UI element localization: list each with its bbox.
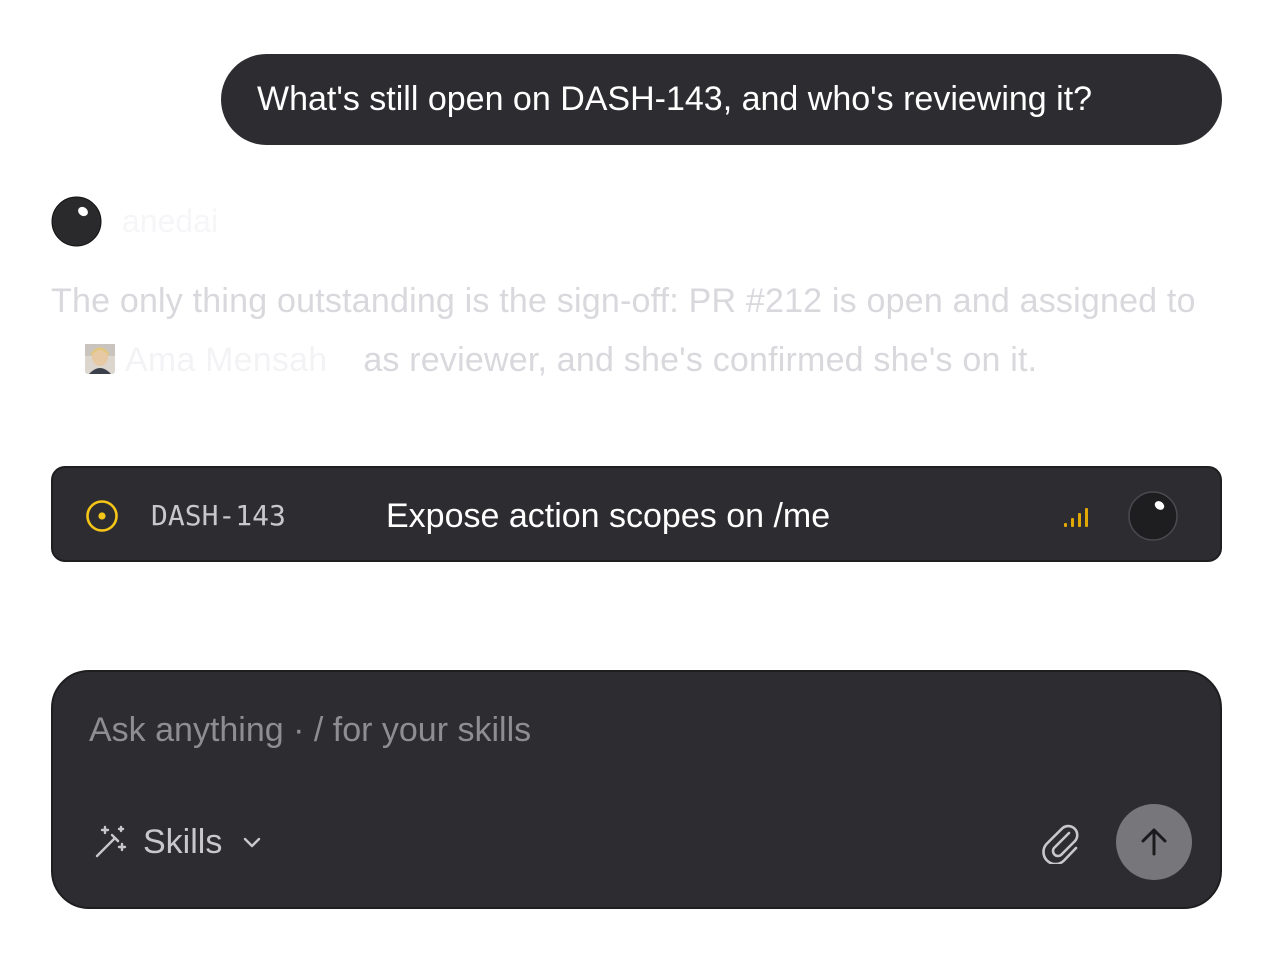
in-progress-status-icon xyxy=(86,500,118,532)
arrow-up-icon xyxy=(1141,828,1167,856)
issue-id: DASH-143 xyxy=(151,499,286,532)
assistant-avatar-icon xyxy=(51,196,102,247)
assistant-message-text-start: The only thing outstanding is the sign-o… xyxy=(51,282,1196,320)
issue-card[interactable]: DASH-143 Expose action scopes on /me xyxy=(51,466,1222,562)
send-button[interactable] xyxy=(1116,804,1192,880)
chevron-down-icon xyxy=(244,837,261,848)
chat-page: What's still open on DASH-143, and who's… xyxy=(0,0,1273,960)
user-mention[interactable]: Ama Mensah xyxy=(85,331,327,390)
assignee-orb-icon[interactable] xyxy=(1127,490,1179,542)
mention-name: Ama Mensah xyxy=(125,340,328,379)
assistant-message-text-end: as reviewer, and she's confirmed she's o… xyxy=(363,340,1038,379)
assistant-message: The only thing outstanding is the sign-o… xyxy=(51,272,1231,389)
user-message-text: What's still open on DASH-143, and who's… xyxy=(257,80,1093,118)
issue-title: Expose action scopes on /me xyxy=(386,497,831,535)
user-avatar xyxy=(85,343,115,374)
paperclip-icon[interactable] xyxy=(1038,820,1082,864)
assistant-name: anedai xyxy=(122,203,219,239)
priority-bars-icon xyxy=(1064,508,1088,527)
message-composer: Skills xyxy=(51,670,1222,909)
skills-dropdown-button[interactable]: Skills xyxy=(93,814,264,870)
magic-wand-icon xyxy=(95,825,127,858)
skills-label: Skills xyxy=(143,823,223,861)
composer-input[interactable] xyxy=(89,700,1089,760)
user-message-bubble: What's still open on DASH-143, and who's… xyxy=(221,54,1222,145)
